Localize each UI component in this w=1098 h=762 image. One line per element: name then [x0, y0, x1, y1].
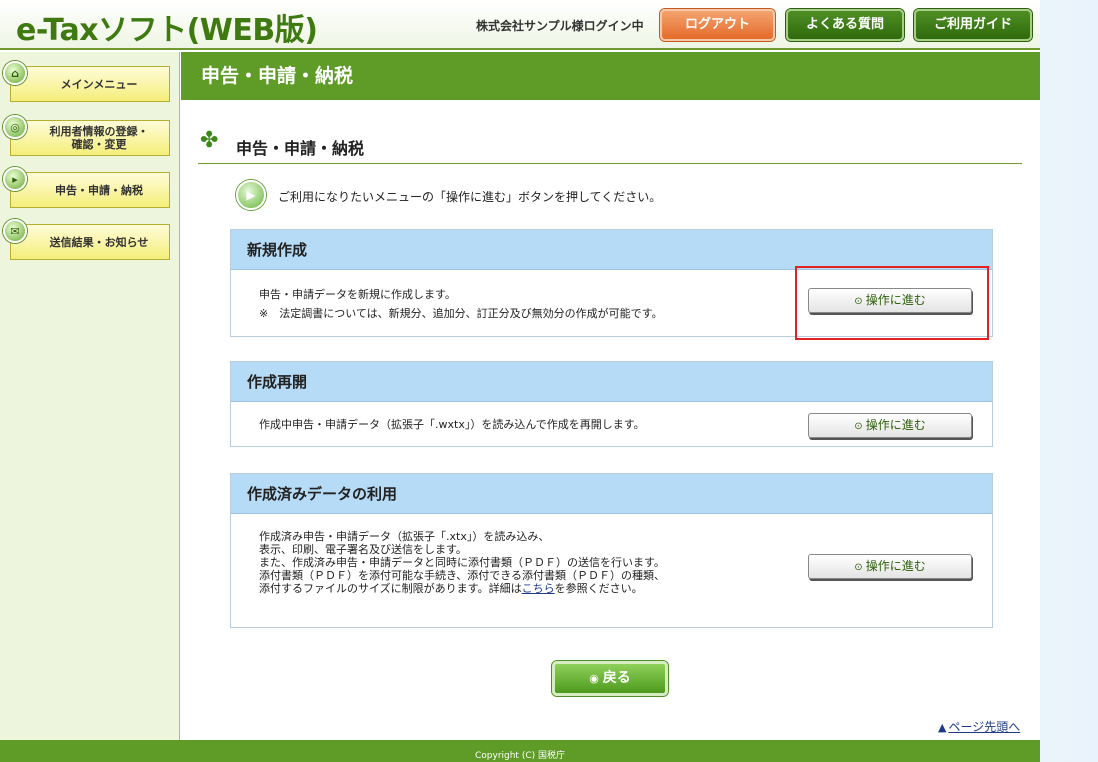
panel-line-suffix: を参照ください。: [554, 582, 643, 595]
footer: Copyright (C) 国税庁: [0, 740, 1040, 762]
proceed-button-resume[interactable]: ⊙ 操作に進む: [808, 413, 972, 438]
sidebar-item-main-menu[interactable]: ⌂ メインメニュー: [3, 61, 170, 102]
play-circle-icon: ⊙: [854, 562, 863, 573]
logout-button[interactable]: ログアウト: [660, 9, 775, 41]
panel-line: 添付するファイルのサイズに制限があります。詳細は: [259, 582, 522, 595]
sidebar: ⌂ メインメニュー ◎ 利用者情報の登録・ 確認・変更 ▸ 申告・申請・納税 ✉…: [0, 52, 180, 740]
panel-body: 作成中申告・申請データ（拡張子「.wxtx」）を読み込んで作成を再開します。 ⊙…: [231, 402, 992, 447]
sidebar-item-label: 利用者情報の登録・ 確認・変更: [32, 125, 149, 151]
panel-description: 申告・申請データを新規に作成します。 ※ 法定調書については、新規分、追加分、訂…: [259, 288, 663, 320]
proceed-button-use-data[interactable]: ⊙ 操作に進む: [808, 554, 972, 579]
filing-icon: ▸: [3, 167, 27, 191]
panel-line: 作成済み申告・申請データ（拡張子「.xtx」）を読み込み、: [259, 530, 550, 543]
faq-button[interactable]: よくある質問: [786, 9, 904, 41]
home-icon: ⌂: [3, 61, 27, 85]
sidebar-item-label: 送信結果・お知らせ: [49, 235, 149, 249]
mail-icon: ✉: [3, 219, 27, 243]
section-heading: ✤ 申告・申請・納税: [198, 128, 1022, 164]
clover-icon: ✤: [200, 128, 219, 153]
panel-title: 新規作成: [231, 230, 992, 270]
panel-body: 作成済み申告・申請データ（拡張子「.xtx」）を読み込み、 表示、印刷、電子署名…: [231, 514, 992, 628]
back-circle-icon: ◉: [589, 672, 599, 685]
proceed-button-label: 操作に進む: [865, 559, 926, 573]
sidebar-item-user-info[interactable]: ◎ 利用者情報の登録・ 確認・変更: [3, 115, 170, 156]
login-status: 株式会社サンプル様ログイン中: [476, 19, 644, 33]
page-title-banner: 申告・申請・納税: [181, 52, 1040, 100]
play-circle-icon: ⊙: [854, 421, 863, 432]
panel-line: ※ 法定調書については、新規分、追加分、訂正分及び無効分の作成が可能です。: [259, 307, 663, 320]
instruction-text: ご利用になりたいメニューの「操作に進む」ボタンを押してください。: [278, 190, 662, 204]
header: e-Taxソフト(WEB版) 株式会社サンプル様ログイン中 ログアウト よくある…: [0, 0, 1040, 50]
panel-line: また、作成済み申告・申請データと同時に添付書類（ＰＤＦ）の送信を行います。: [259, 556, 665, 569]
sidebar-item-label-line1: 利用者情報の登録・: [49, 125, 149, 138]
panel-line: 添付書類（ＰＤＦ）を添付可能な手続き、添付できる添付書類（ＰＤＦ）の種類、: [259, 569, 666, 582]
back-button-label: 戻る: [602, 670, 631, 686]
panel-title: 作成済みデータの利用: [231, 474, 992, 514]
details-link[interactable]: こちら: [522, 582, 555, 595]
highlight-annotation: [795, 266, 989, 340]
back-button[interactable]: ◉ 戻る: [552, 661, 668, 696]
document-arrow-icon: ▶: [236, 180, 266, 210]
user-guide-button[interactable]: ご利用ガイド: [914, 9, 1032, 41]
user-info-icon: ◎: [3, 115, 27, 139]
page-top-label: ページ先頭へ: [948, 720, 1021, 734]
app-window: e-Taxソフト(WEB版) 株式会社サンプル様ログイン中 ログアウト よくある…: [0, 0, 1040, 762]
sidebar-item-filing[interactable]: ▸ 申告・申請・納税: [3, 167, 170, 208]
page-top-link[interactable]: ▲ ページ先頭へ: [938, 718, 1020, 735]
panel-description: 作成中申告・申請データ（拡張子「.wxtx」）を読み込んで作成を再開します。: [259, 418, 645, 431]
proceed-button-label: 操作に進む: [865, 418, 926, 432]
app-logo: e-Taxソフト(WEB版): [16, 13, 318, 48]
panel-line: 申告・申請データを新規に作成します。: [259, 288, 456, 301]
panel-title: 作成再開: [231, 362, 992, 402]
panel-use-created-data: 作成済みデータの利用 作成済み申告・申請データ（拡張子「.xtx」）を読み込み、…: [230, 473, 993, 628]
sidebar-item-label: メインメニュー: [60, 77, 138, 91]
panel-resume-creation: 作成再開 作成中申告・申請データ（拡張子「.wxtx」）を読み込んで作成を再開し…: [230, 361, 993, 447]
sidebar-item-label-line2: 確認・変更: [71, 138, 127, 151]
sidebar-item-results[interactable]: ✉ 送信結果・お知らせ: [3, 219, 170, 260]
panel-line: 表示、印刷、電子署名及び送信をします。: [259, 543, 467, 556]
copyright-text: Copyright (C) 国税庁: [474, 751, 565, 761]
up-arrow-icon: ▲: [938, 721, 947, 734]
section-title: 申告・申請・納税: [236, 139, 365, 158]
sidebar-item-label: 申告・申請・納税: [55, 183, 143, 197]
panel-description: 作成済み申告・申請データ（拡張子「.xtx」）を読み込み、 表示、印刷、電子署名…: [259, 530, 665, 595]
